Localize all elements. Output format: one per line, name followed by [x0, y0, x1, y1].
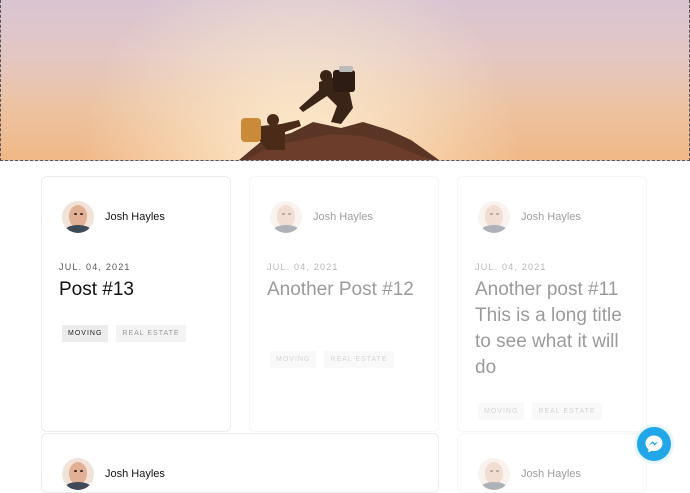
avatar [62, 201, 94, 233]
avatar [478, 201, 510, 233]
post-tags: MOVING REAL ESTATE [270, 351, 394, 368]
post-title[interactable]: Another post #11 This is a long title to… [475, 277, 635, 381]
author-name[interactable]: Josh Hayles [105, 211, 165, 223]
post-title[interactable]: Another Post #12 [267, 277, 427, 303]
tag-real-estate[interactable]: REAL ESTATE [324, 351, 394, 368]
post-title[interactable]: Post #13 [59, 277, 219, 303]
author-name[interactable]: Josh Hayles [313, 211, 373, 223]
post-author: Josh Hayles [478, 201, 581, 233]
post-author: Josh Hayles [62, 458, 165, 490]
post-author: Josh Hayles [270, 201, 373, 233]
author-name[interactable]: Josh Hayles [521, 468, 581, 480]
post-date: JUL. 04, 2021 [267, 262, 339, 272]
tag-real-estate[interactable]: REAL ESTATE [116, 325, 186, 342]
mountain-climbers-image [1, 0, 689, 160]
author-name[interactable]: Josh Hayles [521, 211, 581, 223]
tag-moving[interactable]: MOVING [478, 403, 525, 420]
hero-image [0, 0, 690, 161]
post-date: JUL. 04, 2021 [59, 262, 131, 272]
post-tags: MOVING REAL ESTATE [478, 403, 602, 420]
tag-moving[interactable]: MOVING [62, 325, 109, 342]
messenger-icon [645, 435, 663, 453]
post-card[interactable]: Josh Hayles [41, 433, 439, 493]
post-author: Josh Hayles [478, 458, 581, 490]
post-card[interactable]: Josh Hayles [457, 433, 647, 493]
avatar [478, 458, 510, 490]
post-author: Josh Hayles [62, 201, 165, 233]
post-tags: MOVING REAL ESTATE [62, 325, 186, 342]
tag-real-estate[interactable]: REAL ESTATE [532, 403, 602, 420]
avatar [62, 458, 94, 490]
author-name[interactable]: Josh Hayles [105, 468, 165, 480]
post-card[interactable]: Josh Hayles JUL. 04, 2021 Another post #… [457, 176, 647, 432]
post-card[interactable]: Josh Hayles JUL. 04, 2021 Post #13 MOVIN… [41, 176, 231, 432]
post-card[interactable]: Josh Hayles JUL. 04, 2021 Another Post #… [249, 176, 439, 432]
tag-moving[interactable]: MOVING [270, 351, 317, 368]
avatar [270, 201, 302, 233]
messenger-chat-button[interactable] [634, 424, 674, 464]
post-date: JUL. 04, 2021 [475, 262, 547, 272]
